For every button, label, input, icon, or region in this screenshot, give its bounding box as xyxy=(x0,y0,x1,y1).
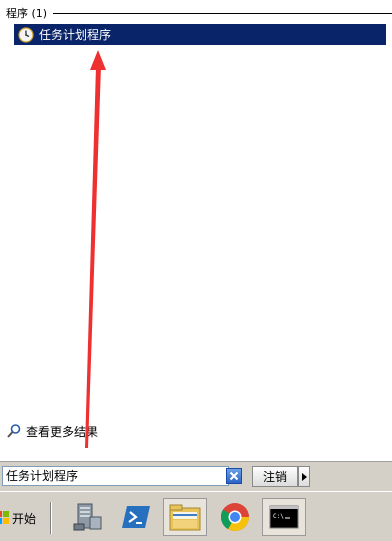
taskbar: 开始 C:\ xyxy=(0,491,392,541)
search-input[interactable] xyxy=(2,466,229,486)
section-title: 程序 (1) xyxy=(6,7,48,20)
logoff-label: 注销 xyxy=(262,470,287,484)
annotation-arrow xyxy=(85,50,106,448)
result-item-task-scheduler[interactable]: 任务计划程序 xyxy=(14,24,386,45)
start-label: 开始 xyxy=(12,511,37,526)
search-bar-region: 注销 xyxy=(0,461,392,491)
triangle-right-icon xyxy=(302,472,307,481)
powershell-icon xyxy=(122,506,150,528)
taskbar-app-command-prompt[interactable]: C:\ xyxy=(262,498,306,536)
start-button[interactable]: 开始 xyxy=(0,506,42,530)
clear-x-icon xyxy=(229,471,239,481)
magnifier-icon xyxy=(7,424,21,438)
see-more-label: 查看更多结果 xyxy=(26,424,99,439)
chrome-icon xyxy=(220,503,249,531)
result-item-label: 任务计划程序 xyxy=(39,28,112,42)
see-more-results-link[interactable]: 查看更多结果 xyxy=(6,423,98,439)
folder-icon xyxy=(169,504,201,531)
taskbar-app-chrome[interactable] xyxy=(213,498,257,536)
windows-logo-icon xyxy=(0,511,9,524)
clear-search-button[interactable] xyxy=(226,468,242,484)
section-header: 程序 (1) xyxy=(6,6,392,20)
power-options-arrow-button[interactable] xyxy=(298,466,310,487)
taskbar-app-powershell[interactable] xyxy=(114,498,158,536)
search-results-pane: 程序 (1) 任务计划程序 查看更多结果 xyxy=(0,0,392,461)
clock-icon xyxy=(18,26,34,43)
svg-text:C:\: C:\ xyxy=(273,513,284,520)
cmd-icon: C:\ xyxy=(269,505,299,529)
taskbar-separator xyxy=(50,502,52,534)
section-divider xyxy=(53,13,392,14)
logoff-button[interactable]: 注销 xyxy=(252,466,298,487)
server-manager-icon xyxy=(73,503,102,531)
taskbar-app-file-explorer[interactable] xyxy=(163,498,207,536)
taskbar-app-server-manager[interactable] xyxy=(66,498,110,536)
